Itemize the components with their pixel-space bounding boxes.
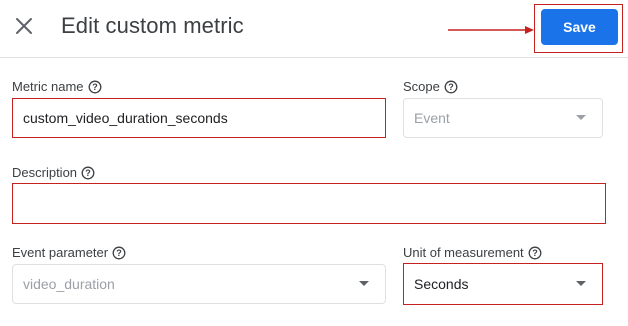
description-label-row: Description ? [12,165,95,180]
event-parameter-label-row: Event parameter ? [12,245,126,260]
close-icon [16,18,32,34]
help-icon[interactable]: ? [112,246,126,260]
unit-of-measurement-label-row: Unit of measurement ? [403,245,542,260]
scope-label: Scope [403,79,440,94]
save-button-highlight: Save [534,4,623,53]
header-bar: Edit custom metric Save [0,0,628,58]
svg-text:?: ? [116,248,122,258]
description-field[interactable] [12,183,606,224]
help-icon[interactable]: ? [88,80,102,94]
svg-text:?: ? [448,82,454,92]
chevron-down-icon [576,281,586,286]
help-icon[interactable]: ? [444,80,458,94]
unit-of-measurement-label: Unit of measurement [403,245,524,260]
help-icon[interactable]: ? [528,246,542,260]
unit-of-measurement-value: Seconds [414,276,469,292]
chevron-down-icon [359,281,369,286]
annotation-arrow [448,26,534,34]
svg-text:?: ? [532,248,538,258]
chevron-down-icon [576,115,586,120]
description-label: Description [12,165,78,180]
metric-name-label: Metric name [12,79,84,94]
unit-of-measurement-select[interactable]: Seconds [403,263,603,305]
event-parameter-select: video_duration [12,264,386,304]
metric-name-value: custom_video_duration_seconds [23,110,228,126]
scope-value: Event [414,110,450,126]
scope-label-row: Scope ? [403,79,458,94]
event-parameter-label: Event parameter [12,245,109,260]
close-button[interactable] [12,14,36,38]
svg-text:?: ? [85,168,91,178]
save-button[interactable]: Save [541,9,618,45]
scope-select: Event [403,98,603,138]
help-icon[interactable]: ? [81,166,95,180]
event-parameter-value: video_duration [23,276,115,292]
svg-text:?: ? [92,82,98,92]
metric-name-field[interactable]: custom_video_duration_seconds [12,98,386,138]
metric-name-label-row: Metric name ? [12,79,102,94]
page-title: Edit custom metric [61,13,244,38]
edit-custom-metric-page: Edit custom metric Save Metric name ? cu… [0,0,628,326]
